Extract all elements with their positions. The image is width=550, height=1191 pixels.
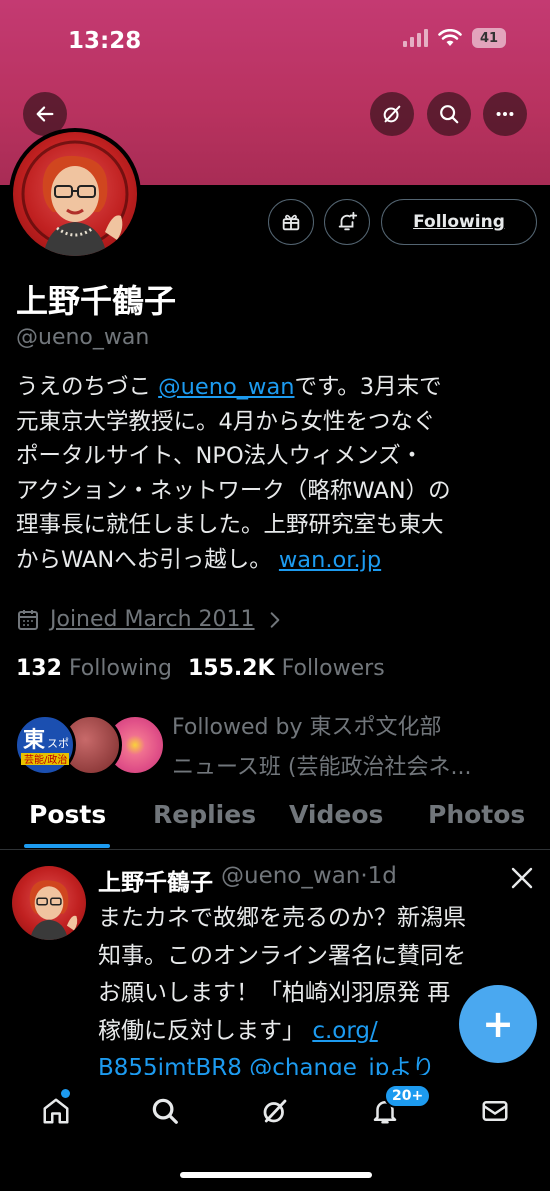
bio-line: アクション・ネットワーク（略称WAN）の — [16, 477, 451, 504]
nav-search[interactable] — [147, 1093, 183, 1129]
subscribe-button[interactable] — [268, 199, 314, 245]
tweet-author-name[interactable]: 上野千鶴子 — [98, 863, 213, 897]
notifications-badge: 20+ — [384, 1084, 432, 1108]
grok-button[interactable] — [370, 92, 414, 136]
bio-line: うえのちづこ @ueno_wanです。3月末で — [16, 374, 442, 400]
bio-line: ポータルサイト、NPO法人ウィメンズ・ — [16, 443, 424, 469]
more-button[interactable] — [483, 92, 527, 136]
bio-line: からWANへお引っ越し。 wan.or.jp — [16, 546, 382, 573]
svg-text:東: 東 — [23, 728, 45, 753]
tweet-separator: · — [360, 863, 368, 889]
follow-stats: 132 Following 155.2K Followers — [16, 656, 385, 681]
nav-home[interactable] — [38, 1093, 74, 1129]
nav-grok[interactable] — [257, 1093, 293, 1129]
notify-button[interactable] — [324, 199, 370, 245]
calendar-icon — [18, 609, 38, 630]
status-time: 13:28 — [68, 28, 142, 54]
avatar-image — [13, 132, 137, 256]
search-icon — [440, 105, 459, 124]
messages-icon — [482, 1101, 508, 1121]
tweet-header: 上野千鶴子 @ueno_wan · 1d — [98, 863, 397, 897]
following-stat[interactable]: 132 Following — [16, 656, 172, 681]
followers-stat[interactable]: 155.2K Followers — [188, 656, 385, 681]
tweet-avatar[interactable] — [12, 866, 86, 940]
search-icon — [152, 1098, 178, 1124]
more-icon — [496, 111, 514, 117]
home-unread-dot — [61, 1089, 70, 1098]
tweet-link[interactable]: c.org/ — [312, 1018, 377, 1044]
bio-line: 元東京大学教授に。4月から女性をつなぐ — [16, 408, 436, 435]
bell-plus-icon — [338, 211, 358, 231]
bio-website-link[interactable]: wan.or.jp — [279, 547, 381, 573]
home-icon — [43, 1098, 69, 1124]
bio-line: 理事長に就任しました。上野研究室も東大 — [16, 512, 444, 538]
wifi-icon — [438, 29, 462, 46]
grok-icon — [383, 105, 401, 123]
active-tab-indicator — [24, 844, 110, 848]
profile-bio: うえのちづこ @ueno_wanです。3月末で 元東京大学教授に。4月から女性を… — [16, 370, 536, 577]
gift-icon — [282, 214, 300, 231]
tweet-author-handle[interactable]: @ueno_wan — [221, 863, 360, 897]
chevron-right-icon — [270, 611, 279, 628]
profile-handle: @ueno_wan — [16, 325, 150, 350]
x-logo-icon — [511, 867, 533, 889]
joined-date[interactable]: Joined March 2011 — [16, 607, 285, 632]
tab-videos[interactable]: Videos — [289, 800, 383, 829]
nav-messages[interactable] — [477, 1093, 513, 1129]
arrow-left-icon — [36, 106, 54, 122]
compose-button[interactable]: + — [459, 985, 537, 1063]
tab-posts[interactable]: Posts — [29, 800, 106, 829]
status-bar: 13:28 41 — [0, 0, 550, 80]
status-icons: 41 — [403, 28, 506, 48]
joined-text: Joined March 2011 — [50, 607, 255, 632]
battery-icon: 41 — [472, 28, 506, 48]
grok-icon — [263, 1099, 287, 1123]
profile-tabs: Posts Replies Videos Photos — [0, 798, 550, 850]
tweet-x-logo — [510, 866, 534, 894]
following-button[interactable]: Following — [381, 199, 537, 245]
tab-replies[interactable]: Replies — [153, 800, 256, 829]
tweet-time: 1d — [367, 863, 397, 889]
bottom-nav: 20+ — [0, 1075, 550, 1191]
follower-avatar[interactable]: 東スポ芸能/政治 — [14, 714, 76, 776]
home-indicator — [180, 1172, 372, 1178]
followed-by-text[interactable]: Followed by 東スポ文化部 ニュース班 (芸能政治社会ネ... — [172, 708, 532, 788]
svg-text:スポ: スポ — [47, 737, 69, 750]
bio-mention-link[interactable]: @ueno_wan — [158, 374, 294, 400]
display-name: 上野千鶴子 — [16, 282, 177, 320]
cellular-signal-icon — [403, 29, 428, 47]
svg-text:芸能/政治: 芸能/政治 — [24, 753, 67, 766]
profile-avatar[interactable] — [9, 128, 141, 260]
tab-photos[interactable]: Photos — [428, 800, 525, 829]
search-button[interactable] — [427, 92, 471, 136]
